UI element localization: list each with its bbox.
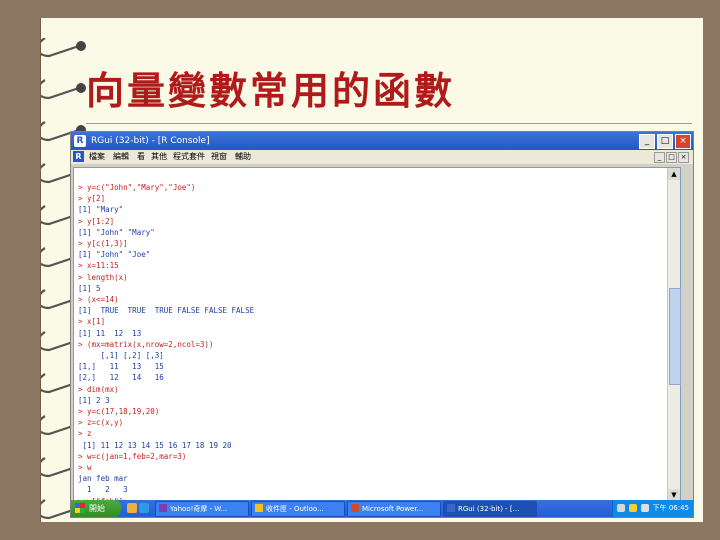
console-minimize-button[interactable]: _	[654, 152, 665, 163]
start-button[interactable]: 開始	[71, 500, 121, 517]
menu-bar: R 檔案 編輯 看 其他 程式套件 視窗 輔助 _ □ ×	[71, 150, 693, 164]
start-label: 開始	[89, 504, 105, 513]
console-command-line: > w	[78, 463, 92, 473]
menu-edit[interactable]: 編輯	[113, 150, 129, 164]
console-output-line: [,1] [,2] [,3]	[78, 351, 164, 361]
menu-packages[interactable]: 程式套件	[173, 150, 205, 164]
task-label: 收件匣 - Outloo...	[266, 505, 324, 513]
r-icon	[447, 504, 455, 512]
console-close-button[interactable]: ×	[678, 152, 689, 163]
menu-windows[interactable]: 視窗	[211, 150, 227, 164]
console-output-line: [1] "John" "Mary"	[78, 227, 155, 237]
console-output-line: [2,] 12 14 16	[78, 373, 164, 383]
console-output-line: [1,] 11 13 15	[78, 362, 164, 372]
minimize-button[interactable]: _	[639, 134, 655, 149]
console-output: > y=c("John","Mary","Joe") > y[2] [1] "Mar…	[78, 182, 255, 517]
task-yahoo[interactable]: Yahoo!奇摩 - W...	[155, 501, 249, 517]
r-console[interactable]: > y=c("John","Mary","Joe") > y[2] [1] "Mar…	[73, 167, 681, 517]
console-command-line: > y[2]	[78, 194, 106, 204]
taskbar: 開始 Yahoo!奇摩 - W... 收件匣 - Outloo... Micro…	[71, 500, 693, 517]
task-rgui[interactable]: RGui (32-bit) - [...	[443, 501, 537, 517]
console-command-line: > y[c(1,3)]	[78, 239, 128, 249]
console-command-line: > (x<=14)	[78, 295, 119, 305]
title-underline	[86, 123, 692, 124]
console-command-line: > y[1:2]	[78, 216, 115, 226]
menu-file[interactable]: 檔案	[89, 150, 105, 164]
console-command-line: > dim(mx)	[78, 384, 119, 394]
quicklaunch-folder-icon[interactable]	[127, 503, 137, 513]
console-output-line: [1] 11 12 13 14 15 16 17 18 19 20	[78, 440, 232, 450]
console-command-line: > (mx=matrix(x,nrow=2,ncol=3))	[78, 339, 214, 349]
r-app-icon: R	[74, 135, 86, 147]
outlook-icon	[255, 504, 263, 512]
console-command-line: > x[1]	[78, 317, 106, 327]
scrollbar-thumb[interactable]	[669, 288, 681, 385]
console-command-line: > x=11:15	[78, 261, 119, 271]
task-label: Microsoft Power...	[362, 505, 424, 513]
close-button[interactable]: ×	[675, 134, 691, 149]
maximize-button[interactable]: □	[657, 134, 673, 149]
volume-icon[interactable]	[641, 504, 649, 512]
system-tray: 下午 06:45	[612, 500, 693, 517]
r-console-icon[interactable]: R	[73, 151, 84, 162]
console-output-line: [1] 5	[78, 283, 101, 293]
console-restore-button[interactable]: □	[666, 152, 677, 163]
task-powerpoint[interactable]: Microsoft Power...	[347, 501, 441, 517]
menu-help[interactable]: 輔助	[235, 150, 251, 164]
console-output-line: [1] "Mary"	[78, 205, 124, 215]
security-icon[interactable]	[629, 504, 637, 512]
clock[interactable]: 下午 06:45	[653, 500, 689, 517]
task-label: RGui (32-bit) - [...	[458, 505, 520, 513]
windows-logo-icon	[75, 503, 85, 513]
console-output-line: [1] 11 12 13	[78, 328, 142, 338]
network-icon[interactable]	[617, 504, 625, 512]
console-output-line: [1] "John" "Joe"	[78, 250, 151, 260]
window-title: RGui (32-bit) - [R Console]	[91, 136, 210, 146]
menu-view[interactable]: 看	[137, 150, 145, 164]
window-titlebar[interactable]: R RGui (32-bit) - [R Console] _ □ ×	[71, 132, 693, 150]
yahoo-icon	[159, 504, 167, 512]
console-output-line: jan feb mar	[78, 474, 128, 484]
console-command-line: > length(x)	[78, 272, 128, 282]
vertical-scrollbar[interactable]: ▲ ▼	[667, 168, 681, 501]
console-command-line: > w=c(jan=1,feb=2,mar=3)	[78, 451, 187, 461]
scroll-up-arrow-icon[interactable]: ▲	[668, 168, 680, 180]
task-outlook[interactable]: 收件匣 - Outloo...	[251, 501, 345, 517]
quicklaunch-ie-icon[interactable]	[139, 503, 149, 513]
console-output-line: [1] TRUE TRUE TRUE FALSE FALSE FALSE	[78, 306, 255, 316]
task-label: Yahoo!奇摩 - W...	[170, 505, 228, 513]
slide-title: 向量變數常用的函數	[86, 68, 456, 113]
powerpoint-icon	[351, 504, 359, 512]
console-command-line: > y=c(17,18,19,20)	[78, 407, 160, 417]
console-command-line: > z=c(x,y)	[78, 418, 124, 428]
console-command-line: > z	[78, 429, 92, 439]
console-command-line: > y=c("John","Mary","Joe")	[78, 183, 196, 192]
menu-misc[interactable]: 其他	[151, 150, 167, 164]
console-output-line: 1 2 3	[78, 485, 128, 495]
rgui-screenshot: R RGui (32-bit) - [R Console] _ □ × R 檔案…	[70, 131, 694, 518]
console-output-line: [1] 2 3	[78, 395, 110, 405]
